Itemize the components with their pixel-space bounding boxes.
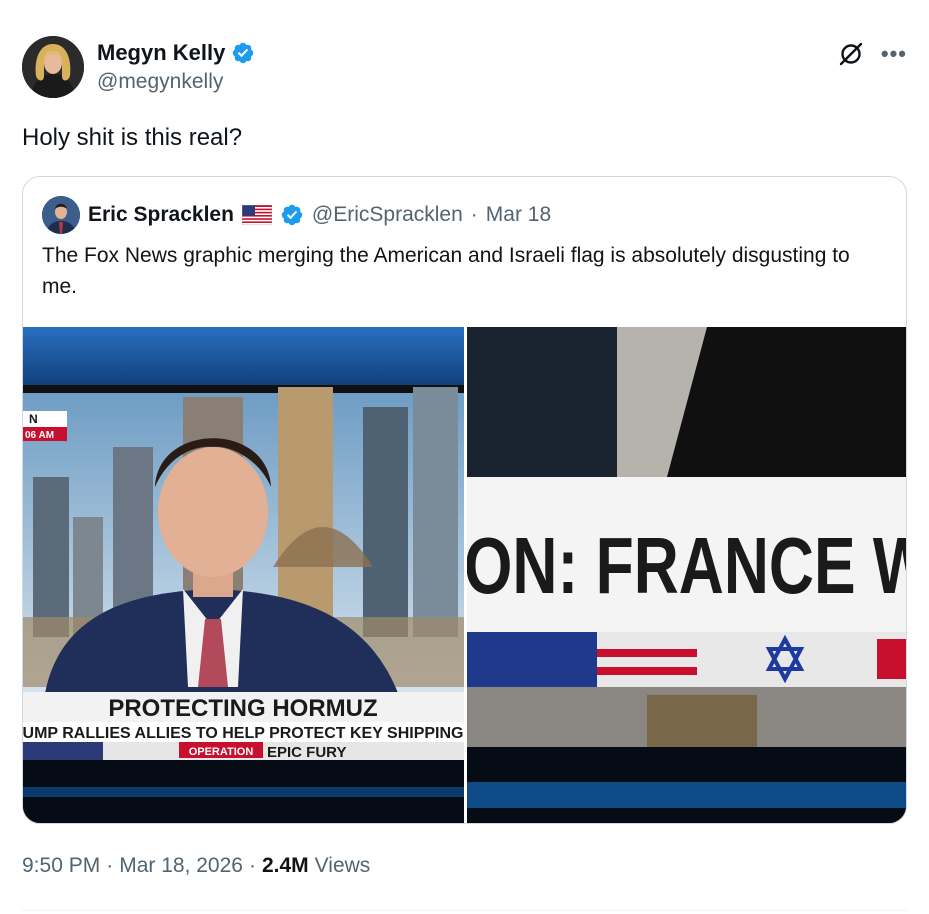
grok-icon[interactable] (837, 40, 865, 68)
quote-text: The Fox News graphic merging the America… (42, 244, 850, 298)
tweet-header: Megyn Kelly @megynkelly ••• (22, 36, 907, 98)
quoted-tweet[interactable]: Eric Spracklen @EricSpracklen · Mar 18 T… (22, 176, 907, 824)
quote-media: N 06 AM PROTECTING HORMUZ UMP RALLIES AL… (23, 327, 907, 823)
author-name-text[interactable]: Megyn Kelly (97, 40, 225, 66)
footer-separator: · (106, 854, 114, 877)
footer-separator-2: · (248, 854, 256, 877)
corner-time: 06 AM (25, 430, 54, 441)
verified-badge-icon (233, 42, 254, 64)
us-flag-icon (241, 205, 272, 225)
operation-label: OPERATION (189, 746, 254, 758)
quote-author-handle[interactable]: @EricSpracklen (312, 203, 463, 227)
media-image-right[interactable]: ON: FRANCE WI (467, 327, 907, 823)
media-image-left[interactable]: N 06 AM PROTECTING HORMUZ UMP RALLIES AL… (23, 327, 464, 823)
headline: PROTECTING HORMUZ (108, 695, 377, 722)
author-name[interactable]: Megyn Kelly (97, 40, 255, 66)
quote-date[interactable]: Mar 18 (486, 203, 551, 227)
quote-avatar[interactable] (42, 196, 80, 234)
banner-text: ON: FRANCE WI (467, 522, 907, 611)
views-count[interactable]: 2.4M (262, 854, 309, 878)
corner-tag: N (29, 412, 38, 426)
tweet-date[interactable]: Mar 18, 2026 (119, 854, 243, 878)
news-anchor-image: N 06 AM PROTECTING HORMUZ UMP RALLIES AL… (23, 327, 464, 823)
tweet-footer: 9:50 PM · Mar 18, 2026 · 2.4M Views (22, 854, 370, 878)
quote-author-name[interactable]: Eric Spracklen (88, 203, 234, 227)
operation-name: EPIC FURY (267, 744, 346, 761)
divider (22, 910, 907, 911)
quote-separator: · (470, 203, 478, 226)
quote-header: Eric Spracklen @EricSpracklen · Mar 18 (42, 196, 551, 234)
views-label: Views (314, 854, 371, 877)
graphic-closeup-image: ON: FRANCE WI (467, 327, 907, 823)
tweet-time[interactable]: 9:50 PM (22, 854, 100, 878)
quote-verified-badge-icon (281, 204, 303, 226)
avatar[interactable] (22, 36, 84, 98)
more-icon[interactable]: ••• (881, 43, 907, 65)
top-actions: ••• (837, 40, 907, 68)
tweet-text: Holy shit is this real? (22, 124, 243, 151)
author-handle[interactable]: @megynkelly (97, 70, 223, 94)
subheadline: UMP RALLIES ALLIES TO HELP PROTECT KEY S… (23, 725, 463, 742)
